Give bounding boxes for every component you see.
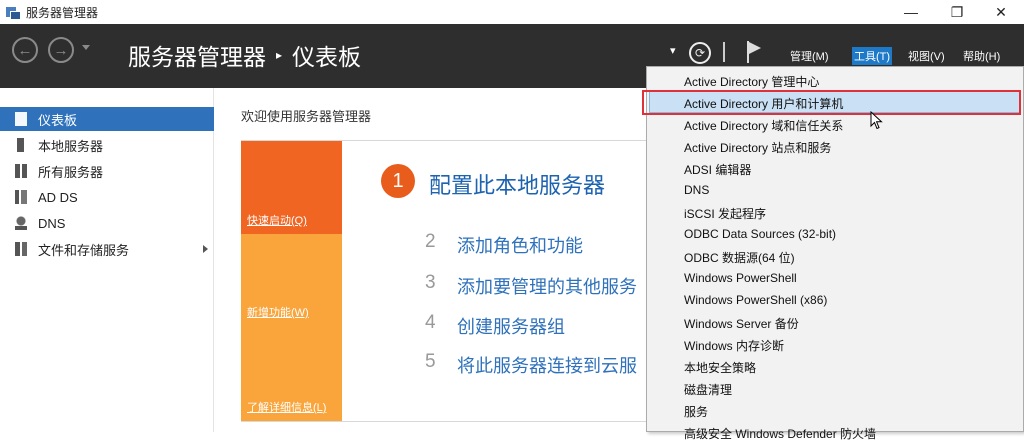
menu-item-odbc-64[interactable]: ODBC 数据源(64 位) bbox=[684, 249, 795, 266]
tile-whats-new[interactable]: 新增功能(W) bbox=[241, 234, 342, 326]
menu-item-powershell[interactable]: Windows PowerShell bbox=[684, 271, 797, 285]
step-number: 5 bbox=[425, 351, 436, 372]
step-number-badge: 1 bbox=[381, 164, 415, 198]
menu-item-adsi-edit[interactable]: ADSI 编辑器 bbox=[684, 161, 751, 178]
server-icon bbox=[17, 138, 24, 152]
sidebar-item-dashboard[interactable]: 仪表板 bbox=[0, 107, 214, 131]
step-connect-cloud-link[interactable]: 将此服务器连接到云服 bbox=[457, 352, 637, 378]
sidebar-item-label: DNS bbox=[38, 215, 66, 231]
menu-item-odbc-32[interactable]: ODBC Data Sources (32-bit) bbox=[684, 227, 836, 241]
server-manager-app-icon bbox=[6, 5, 21, 20]
menu-view[interactable]: 视图(V) bbox=[906, 47, 947, 65]
sidebar-item-label: AD DS bbox=[38, 189, 78, 205]
restore-button[interactable]: ❐ bbox=[934, 0, 980, 24]
menu-item-iscsi-initiator[interactable]: iSCSI 发起程序 bbox=[684, 205, 766, 222]
sidebar-item-label: 本地服务器 bbox=[38, 138, 104, 154]
window-title: 服务器管理器 bbox=[26, 5, 99, 20]
back-button[interactable]: ← bbox=[12, 37, 38, 63]
menu-item-memory-diagnostic[interactable]: Windows 内存诊断 bbox=[684, 337, 784, 354]
servers-icon bbox=[15, 164, 27, 178]
header-divider bbox=[723, 42, 725, 62]
window-titlebar: 服务器管理器 bbox=[0, 0, 1024, 24]
menu-item-disk-cleanup[interactable]: 磁盘清理 bbox=[684, 381, 732, 398]
menu-item-defender-firewall[interactable]: 高级安全 Windows Defender 防火墙 bbox=[684, 425, 876, 442]
forward-button[interactable]: → bbox=[48, 37, 74, 63]
mouse-cursor-icon bbox=[870, 111, 883, 130]
breadcrumb-separator-icon: ▸ bbox=[276, 48, 283, 62]
step-number: 4 bbox=[425, 312, 436, 333]
sidebar-item-all-servers[interactable]: 所有服务器 bbox=[0, 159, 214, 183]
close-button[interactable]: ✕ bbox=[978, 0, 1024, 24]
step-create-group-link[interactable]: 创建服务器组 bbox=[457, 313, 565, 339]
breadcrumb-root[interactable]: 服务器管理器 bbox=[128, 38, 266, 72]
tile-label: 了解详细信息(L) bbox=[247, 402, 327, 414]
menu-item-local-security-policy[interactable]: 本地安全策略 bbox=[684, 359, 756, 376]
sidebar-item-label: 仪表板 bbox=[38, 112, 78, 128]
dns-icon bbox=[15, 216, 27, 230]
tile-label: 新增功能(W) bbox=[247, 307, 309, 319]
sidebar-item-dns[interactable]: DNS bbox=[0, 211, 214, 235]
welcome-heading: 欢迎使用服务器管理器 bbox=[241, 109, 372, 124]
menu-manage[interactable]: 管理(M) bbox=[788, 47, 831, 65]
sidebar-item-label: 所有服务器 bbox=[38, 164, 104, 180]
sidebar-item-local-server[interactable]: 本地服务器 bbox=[0, 133, 214, 157]
step-add-servers-link[interactable]: 添加要管理的其他服务 bbox=[457, 273, 637, 299]
history-dropdown-icon[interactable] bbox=[82, 45, 90, 50]
dashboard-grid-icon bbox=[15, 112, 27, 126]
step-add-roles-link[interactable]: 添加角色和功能 bbox=[457, 232, 583, 258]
breadcrumb-current: 仪表板 bbox=[292, 44, 362, 70]
tile-learn-more[interactable]: 了解详细信息(L) bbox=[241, 326, 342, 421]
tile-label: 快速启动(Q) bbox=[247, 215, 307, 227]
menu-item-services[interactable]: 服务 bbox=[684, 403, 708, 420]
sidebar-item-ad-ds[interactable]: AD DS bbox=[0, 185, 214, 209]
menu-tools[interactable]: 工具(T) bbox=[852, 47, 893, 65]
menu-item-ad-sites-services[interactable]: Active Directory 站点和服务 bbox=[684, 139, 831, 156]
menu-item-ad-domains-trusts[interactable]: Active Directory 域和信任关系 bbox=[684, 117, 843, 134]
refresh-icon: ⟳ bbox=[694, 46, 706, 60]
menu-item-ad-users-computers[interactable]: Active Directory 用户和计算机 bbox=[684, 95, 843, 112]
menu-item-server-backup[interactable]: Windows Server 备份 bbox=[684, 315, 799, 332]
menu-item-powershell-x86[interactable]: Windows PowerShell (x86) bbox=[684, 293, 827, 307]
expand-arrow-icon[interactable] bbox=[203, 245, 208, 253]
step-number: 3 bbox=[425, 272, 436, 293]
menu-item-ad-admin-center[interactable]: Active Directory 管理中心 bbox=[684, 73, 819, 90]
forward-arrow-icon: → bbox=[53, 41, 69, 59]
notifications-flag-icon[interactable] bbox=[745, 41, 763, 63]
file-storage-icon bbox=[15, 242, 27, 256]
tile-quick-start[interactable]: 快速启动(Q) bbox=[241, 141, 342, 234]
breadcrumb: 服务器管理器 ▸ 仪表板 bbox=[128, 38, 361, 72]
menu-item-dns[interactable]: DNS bbox=[684, 183, 709, 197]
step-number: 2 bbox=[425, 231, 436, 252]
ad-ds-icon bbox=[15, 190, 27, 204]
back-arrow-icon: ← bbox=[17, 41, 33, 59]
sidebar-item-label: 文件和存储服务 bbox=[38, 242, 130, 258]
sidebar-item-file-storage[interactable]: 文件和存储服务 bbox=[0, 237, 214, 261]
step-configure-local-server-link[interactable]: 配置此本地服务器 bbox=[429, 168, 605, 200]
refresh-button[interactable]: ⟳ bbox=[689, 42, 711, 64]
minimize-button[interactable]: — bbox=[888, 0, 934, 24]
menu-help[interactable]: 帮助(H) bbox=[961, 47, 1002, 65]
header-dropdown-icon[interactable]: ▾ bbox=[670, 44, 676, 57]
